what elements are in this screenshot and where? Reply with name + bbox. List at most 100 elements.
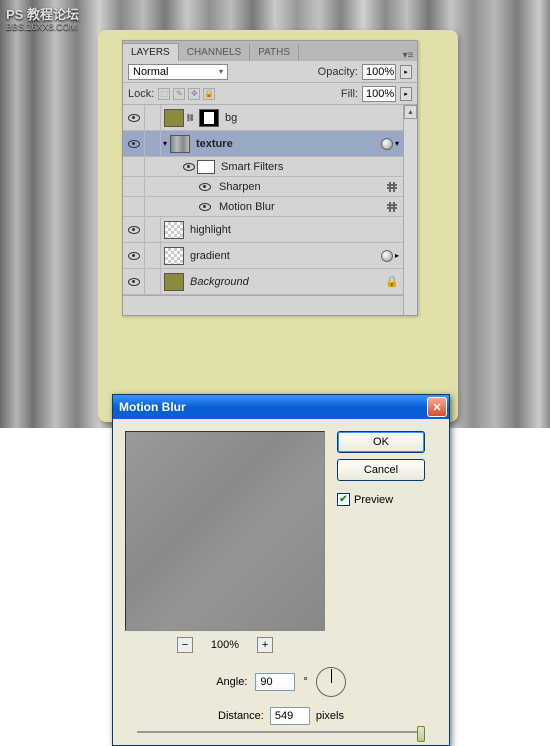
panel-menu-icon[interactable]: ▾≡ bbox=[399, 50, 417, 61]
layer-thumb bbox=[164, 273, 184, 291]
link-col bbox=[145, 217, 161, 242]
layer-name: gradient bbox=[190, 250, 230, 262]
checkbox-checked-icon[interactable]: ✔ bbox=[337, 493, 350, 506]
link-col bbox=[145, 105, 161, 130]
motion-blur-dialog: Motion Blur ✕ − 100% + OK Cancel ✔ Previ… bbox=[112, 394, 450, 746]
angle-row: Angle: 90 ° bbox=[125, 667, 437, 697]
caret-down-icon[interactable]: ▾ bbox=[163, 139, 167, 148]
layer-gradient[interactable]: gradient ▸ bbox=[123, 243, 417, 269]
zoom-controls: − 100% + bbox=[125, 637, 325, 653]
eye-icon[interactable] bbox=[199, 203, 211, 211]
layer-name: Background bbox=[190, 276, 249, 288]
close-button[interactable]: ✕ bbox=[427, 397, 447, 417]
chevron-down-icon: ▾ bbox=[219, 67, 223, 76]
mask-link-icon: ⛓ bbox=[186, 114, 194, 122]
filter-name: Motion Blur bbox=[219, 201, 275, 213]
angle-label: Angle: bbox=[216, 676, 247, 688]
fill-input[interactable]: 100% bbox=[362, 86, 396, 102]
layer-texture[interactable]: ▾ texture ▾ bbox=[123, 131, 417, 157]
filter-name: Sharpen bbox=[219, 181, 261, 193]
lock-options: ⬚ ✎ ✥ 🔒 bbox=[158, 88, 215, 100]
distance-slider[interactable] bbox=[125, 731, 437, 733]
dialog-body: − 100% + OK Cancel ✔ Preview Angle: 90 °… bbox=[113, 419, 449, 745]
blend-opacity-row: Normal ▾ Opacity: 100% ▸ bbox=[123, 61, 417, 83]
layer-background[interactable]: Background 🔒 bbox=[123, 269, 417, 295]
fill-label: Fill: bbox=[341, 88, 358, 100]
caret-right-icon: ▸ bbox=[395, 251, 399, 260]
ok-button[interactable]: OK bbox=[337, 431, 425, 453]
eye-icon[interactable] bbox=[128, 140, 140, 148]
filter-options-icon[interactable] bbox=[385, 201, 399, 213]
distance-row: Distance: 549 pixels bbox=[125, 707, 437, 725]
link-col bbox=[145, 269, 161, 294]
tab-paths[interactable]: PATHS bbox=[250, 44, 299, 61]
smart-filters-label: Smart Filters bbox=[221, 161, 283, 173]
opacity-label: Opacity: bbox=[318, 66, 358, 78]
zoom-out-button[interactable]: − bbox=[177, 637, 193, 653]
opacity-input[interactable]: 100% bbox=[362, 64, 396, 80]
layer-thumb bbox=[164, 247, 184, 265]
blend-mode-value: Normal bbox=[133, 66, 168, 78]
filter-options-icon[interactable] bbox=[385, 181, 399, 193]
fx-badge[interactable]: ▸ bbox=[381, 250, 399, 262]
fx-badge[interactable]: ▾ bbox=[381, 138, 399, 150]
layer-mask-thumb bbox=[199, 109, 219, 127]
panel-tabs: LAYERS CHANNELS PATHS ▾≡ bbox=[123, 41, 417, 61]
smart-filters-row[interactable]: Smart Filters bbox=[123, 157, 417, 177]
dialog-title: Motion Blur bbox=[119, 400, 186, 414]
fill-flyout-icon[interactable]: ▸ bbox=[400, 87, 412, 101]
layer-bg[interactable]: ⛓ bg bbox=[123, 105, 417, 131]
angle-unit: ° bbox=[303, 676, 307, 688]
layer-name: texture bbox=[196, 138, 233, 150]
layer-highlight[interactable]: highlight bbox=[123, 217, 417, 243]
eye-icon[interactable] bbox=[199, 183, 211, 191]
slider-thumb[interactable] bbox=[417, 726, 425, 742]
cancel-button[interactable]: Cancel bbox=[337, 459, 425, 481]
distance-unit: pixels bbox=[316, 710, 344, 722]
lock-all-icon[interactable]: 🔒 bbox=[203, 88, 215, 100]
eye-icon[interactable] bbox=[128, 278, 140, 286]
layer-thumb bbox=[164, 221, 184, 239]
eye-icon[interactable] bbox=[183, 163, 195, 171]
caret-down-icon: ▾ bbox=[395, 139, 399, 148]
lock-position-icon[interactable]: ✥ bbox=[188, 88, 200, 100]
filter-mask-thumb bbox=[197, 160, 215, 174]
lock-transparency-icon[interactable]: ⬚ bbox=[158, 88, 170, 100]
angle-dial[interactable] bbox=[316, 667, 346, 697]
lock-badge: 🔒 bbox=[385, 275, 399, 288]
layer-thumb bbox=[164, 109, 184, 127]
scrollbar[interactable]: ▲ bbox=[403, 105, 417, 315]
scroll-up-icon[interactable]: ▲ bbox=[404, 105, 417, 119]
distance-label: Distance: bbox=[218, 710, 264, 722]
zoom-in-button[interactable]: + bbox=[257, 637, 273, 653]
highlight-box: LAYERS CHANNELS PATHS ▾≡ Normal ▾ Opacit… bbox=[98, 30, 458, 422]
panel-footer bbox=[123, 295, 417, 315]
opacity-flyout-icon[interactable]: ▸ bbox=[400, 65, 412, 79]
smart-object-icon bbox=[381, 138, 393, 150]
fx-icon bbox=[381, 250, 393, 262]
tab-layers[interactable]: LAYERS bbox=[123, 43, 179, 61]
layers-panel: LAYERS CHANNELS PATHS ▾≡ Normal ▾ Opacit… bbox=[122, 40, 418, 316]
preview-canvas[interactable] bbox=[125, 431, 325, 631]
preview-label: Preview bbox=[354, 494, 393, 506]
watermark-url: BBS.16XX8.COM bbox=[6, 22, 77, 32]
eye-icon[interactable] bbox=[128, 114, 140, 122]
blend-mode-select[interactable]: Normal ▾ bbox=[128, 64, 228, 80]
link-col bbox=[145, 131, 161, 156]
filter-motion-blur[interactable]: Motion Blur bbox=[123, 197, 417, 217]
layer-name: highlight bbox=[190, 224, 231, 236]
tab-channels[interactable]: CHANNELS bbox=[179, 44, 250, 61]
layer-thumb bbox=[170, 135, 190, 153]
watermark-title: PS 教程论坛 bbox=[6, 4, 79, 23]
zoom-value: 100% bbox=[211, 639, 239, 651]
angle-input[interactable]: 90 bbox=[255, 673, 295, 691]
distance-input[interactable]: 549 bbox=[270, 707, 310, 725]
filter-sharpen[interactable]: Sharpen bbox=[123, 177, 417, 197]
lock-fill-row: Lock: ⬚ ✎ ✥ 🔒 Fill: 100% ▸ bbox=[123, 83, 417, 105]
lock-label: Lock: bbox=[128, 88, 154, 100]
lock-pixels-icon[interactable]: ✎ bbox=[173, 88, 185, 100]
eye-icon[interactable] bbox=[128, 252, 140, 260]
dialog-titlebar[interactable]: Motion Blur ✕ bbox=[113, 395, 449, 419]
preview-checkbox-row[interactable]: ✔ Preview bbox=[337, 493, 425, 506]
eye-icon[interactable] bbox=[128, 226, 140, 234]
